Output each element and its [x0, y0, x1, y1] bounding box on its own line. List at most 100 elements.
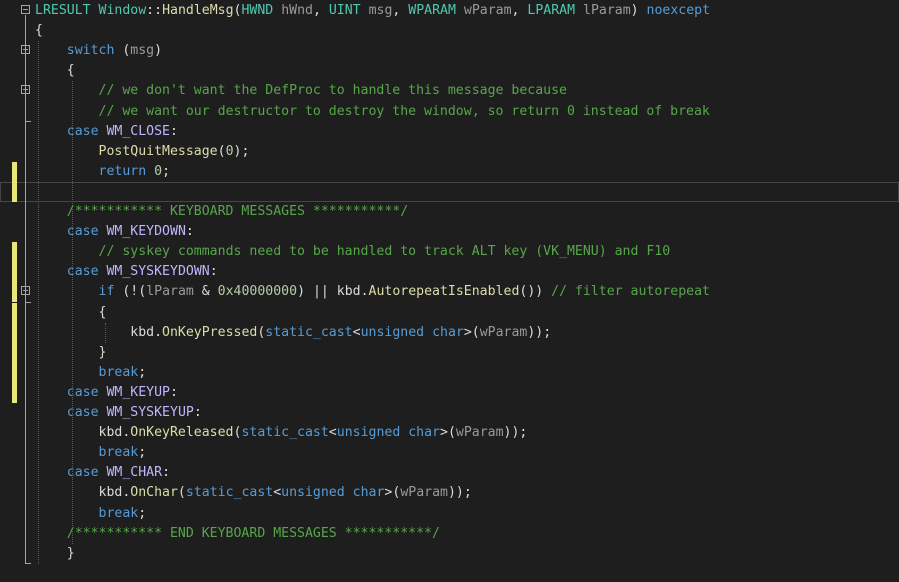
- code-line-break[interactable]: break;: [0, 504, 899, 524]
- code-line-comment-keyboard-messages[interactable]: /*********** KEYBOARD MESSAGES *********…: [0, 202, 899, 222]
- code-token: {: [35, 23, 43, 39]
- code-line-on-key-pressed[interactable]: kbd.OnKeyPressed(static_cast<unsigned ch…: [0, 323, 899, 343]
- code-token: ;: [162, 163, 171, 179]
- code-token: ()): [519, 284, 552, 300]
- code-line-comment[interactable]: // we don't want the DefProc to handle t…: [0, 81, 899, 101]
- fold-region-line: [25, 55, 26, 564]
- code-line-comment[interactable]: // we want our destructor to destroy the…: [0, 102, 899, 122]
- collapse-icon[interactable]: [21, 286, 30, 296]
- code-token: WPARAM: [408, 3, 456, 18]
- code-token: static_cast: [265, 324, 353, 340]
- code-editor[interactable]: LRESULT Window::HandleMsg(HWND hWnd, UIN…: [0, 0, 899, 582]
- change-indicator: [12, 282, 17, 303]
- code-token: ;: [138, 505, 147, 521]
- code-token: <: [273, 485, 282, 501]
- indent-guide: [38, 41, 39, 564]
- code-line-switch[interactable]: switch (msg): [0, 41, 899, 61]
- code-line-if-autorepeat[interactable]: if (!(lParam & 0x40000000) || kbd.Autore…: [0, 282, 899, 302]
- indent-guide: [71, 81, 73, 544]
- code-token: WM_SYSKEYDOWN: [106, 264, 210, 280]
- code-token: }: [35, 545, 75, 561]
- code-token: ,: [392, 3, 409, 18]
- collapse-icon[interactable]: [21, 85, 30, 95]
- collapse-icon[interactable]: [21, 5, 30, 14]
- code-token: (!(: [114, 284, 147, 300]
- change-indicator: [12, 181, 17, 202]
- code-token: hWnd: [281, 3, 313, 18]
- code-token: ));: [527, 324, 552, 340]
- code-text: case WM_SYSKEYUP:: [35, 403, 202, 423]
- code-token: wParam: [463, 3, 512, 18]
- code-line-break[interactable]: break;: [0, 363, 899, 383]
- code-token: <: [352, 324, 361, 340]
- code-line-on-char[interactable]: kbd.OnChar(static_cast<unsigned char>(wP…: [0, 483, 899, 503]
- code-text: return 0;: [35, 162, 171, 182]
- code-line-break[interactable]: break;: [0, 443, 899, 463]
- code-token: // we don't want the DefProc to handle t…: [98, 83, 567, 99]
- code-line-case-wm-syskeydown[interactable]: case WM_SYSKEYDOWN:: [0, 262, 899, 282]
- code-text: case WM_KEYDOWN:: [35, 222, 194, 242]
- code-line-case-wm-char[interactable]: case WM_CHAR:: [0, 463, 899, 483]
- code-line-comment[interactable]: // syskey commands need to be handled to…: [0, 242, 899, 262]
- code-token: WM_KEYUP: [106, 384, 171, 400]
- code-token: :: [209, 264, 218, 280]
- code-token: WM_KEYDOWN: [106, 224, 186, 240]
- code-line-on-key-released[interactable]: kbd.OnKeyReleased(static_cast<unsigned c…: [0, 423, 899, 443]
- code-line-case-wm-syskeyup[interactable]: case WM_SYSKEYUP:: [0, 403, 899, 423]
- change-indicator: [12, 161, 17, 182]
- code-line-case-wm-keyup[interactable]: case WM_KEYUP:: [0, 383, 899, 403]
- code-line-function-signature[interactable]: LRESULT Window::HandleMsg(HWND hWnd, UIN…: [0, 1, 899, 21]
- code-token: {: [35, 63, 75, 79]
- code-token: >(: [463, 324, 480, 340]
- code-text: kbd.OnKeyPressed(static_cast<unsigned ch…: [35, 323, 551, 343]
- code-text: break;: [35, 443, 147, 463]
- code-line-if-open-brace[interactable]: {: [0, 303, 899, 323]
- code-token: break: [98, 505, 139, 521]
- code-line-comment-end-keyboard-messages[interactable]: /*********** END KEYBOARD MESSAGES *****…: [0, 524, 899, 544]
- code-text: case WM_KEYUP:: [35, 383, 178, 403]
- code-text: // we don't want the DefProc to handle t…: [35, 81, 567, 101]
- code-line-if-close-brace[interactable]: }: [0, 343, 899, 363]
- code-line-switch-close-brace[interactable]: }: [0, 544, 899, 564]
- code-token: ));: [503, 425, 528, 441]
- code-token: /*********** KEYBOARD MESSAGES *********…: [66, 204, 409, 219]
- code-text: /*********** END KEYBOARD MESSAGES *****…: [35, 524, 440, 544]
- code-line-return[interactable]: return 0;: [0, 162, 899, 182]
- code-line-case-wm-close[interactable]: case WM_CLOSE:: [0, 122, 899, 142]
- fold-region-line: [25, 95, 26, 122]
- code-token: ) || kbd.: [297, 284, 369, 300]
- collapse-icon[interactable]: [21, 45, 30, 55]
- code-line-empty[interactable]: [0, 182, 899, 202]
- code-token: kbd.: [35, 324, 163, 340]
- code-token: (: [217, 143, 226, 159]
- code-token: char: [432, 324, 464, 340]
- code-token: OnKeyPressed: [162, 324, 258, 340]
- change-indicator: [12, 342, 17, 363]
- code-line-open-brace[interactable]: {: [0, 21, 899, 41]
- code-text: case WM_SYSKEYDOWN:: [35, 262, 218, 282]
- code-token: ,: [511, 3, 528, 18]
- code-token: Window: [98, 3, 147, 18]
- code-text: case WM_CLOSE:: [35, 122, 178, 142]
- code-token: WM_SYSKEYUP: [106, 405, 194, 420]
- code-token: wParam: [400, 485, 448, 501]
- code-line-post-quit-message[interactable]: PostQuitMessage(0);: [0, 142, 899, 162]
- code-token: (: [114, 43, 131, 59]
- change-indicator: [12, 362, 17, 383]
- code-token: ;: [138, 445, 147, 461]
- code-line-case-wm-keydown[interactable]: case WM_KEYDOWN:: [0, 222, 899, 242]
- code-token: unsigned: [281, 485, 345, 501]
- code-line-switch-open-brace[interactable]: {: [0, 61, 899, 81]
- change-indicator: [12, 382, 17, 403]
- code-token: :: [162, 465, 171, 481]
- code-text: {: [35, 61, 75, 81]
